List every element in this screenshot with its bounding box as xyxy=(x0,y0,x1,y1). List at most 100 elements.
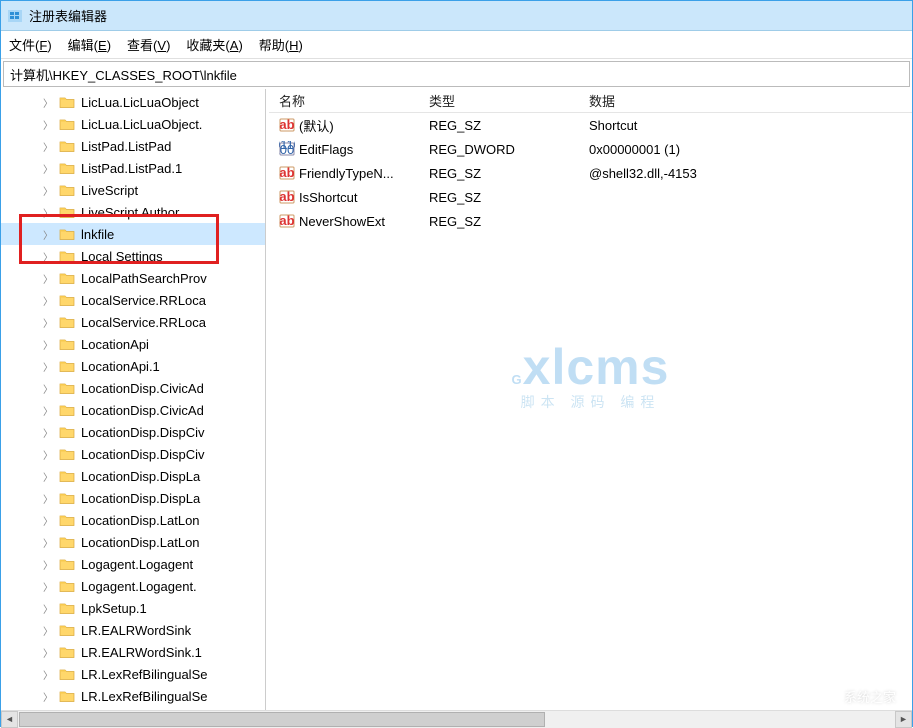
expand-arrow-icon[interactable]: 〉 xyxy=(41,227,55,242)
folder-icon xyxy=(59,359,75,373)
tree-item-label: LocationDisp.DispCiv xyxy=(79,447,205,462)
tree-item[interactable]: 〉LpkSetup.1 xyxy=(1,597,265,619)
menu-help[interactable]: 帮助(H) xyxy=(259,35,303,54)
tree-item[interactable]: 〉LocationDisp.CivicAd xyxy=(1,377,265,399)
expand-arrow-icon[interactable]: 〉 xyxy=(41,117,55,132)
value-row[interactable]: abIsShortcutREG_SZ xyxy=(269,185,912,209)
value-row[interactable]: 01101001EditFlagsREG_DWORD0x00000001 (1) xyxy=(269,137,912,161)
menu-edit[interactable]: 编辑(E) xyxy=(68,35,111,54)
expand-arrow-icon[interactable]: 〉 xyxy=(41,645,55,660)
folder-icon xyxy=(59,557,75,571)
expand-arrow-icon[interactable]: 〉 xyxy=(41,315,55,330)
tree-item[interactable]: 〉lnkfile xyxy=(1,223,265,245)
string-value-icon: ab xyxy=(279,213,295,229)
expand-arrow-icon[interactable]: 〉 xyxy=(41,403,55,418)
expand-arrow-icon[interactable]: 〉 xyxy=(41,337,55,352)
expand-arrow-icon[interactable]: 〉 xyxy=(41,447,55,462)
value-row[interactable]: abFriendlyTypeN...REG_SZ@shell32.dll,-41… xyxy=(269,161,912,185)
tree-item[interactable]: 〉LR.LexRefBilingualSe xyxy=(1,685,265,707)
address-bar[interactable]: 计算机\HKEY_CLASSES_ROOT\lnkfile xyxy=(3,61,910,87)
tree-item-label: LocationDisp.DispCiv xyxy=(79,425,205,440)
header-data[interactable]: 数据 xyxy=(579,91,912,110)
tree-item-label: LocationApi xyxy=(79,337,149,352)
expand-arrow-icon[interactable]: 〉 xyxy=(41,161,55,176)
expand-arrow-icon[interactable]: 〉 xyxy=(41,381,55,396)
expand-arrow-icon[interactable]: 〉 xyxy=(41,183,55,198)
tree-item-label: ListPad.ListPad.1 xyxy=(79,161,182,176)
tree-item[interactable]: 〉LR.EALRWordSink xyxy=(1,619,265,641)
tree-item[interactable]: 〉LR.LexRefBilingualSe xyxy=(1,663,265,685)
values-list[interactable]: 名称 类型 数据 ab(默认)REG_SZShortcut01101001Edi… xyxy=(269,89,912,710)
expand-arrow-icon[interactable]: 〉 xyxy=(41,359,55,374)
tree-item[interactable]: 〉 LiveScript Author xyxy=(1,201,265,223)
value-type: REG_SZ xyxy=(419,214,579,229)
value-row[interactable]: ab(默认)REG_SZShortcut xyxy=(269,113,912,137)
expand-arrow-icon[interactable]: 〉 xyxy=(41,513,55,528)
tree-item[interactable]: 〉LocationDisp.CivicAd xyxy=(1,399,265,421)
expand-arrow-icon[interactable]: 〉 xyxy=(41,623,55,638)
expand-arrow-icon[interactable]: 〉 xyxy=(41,139,55,154)
value-data: @shell32.dll,-4153 xyxy=(579,166,912,181)
expand-arrow-icon[interactable]: 〉 xyxy=(41,271,55,286)
expand-arrow-icon[interactable]: 〉 xyxy=(41,425,55,440)
tree-item[interactable]: 〉Local Settings xyxy=(1,245,265,267)
value-row[interactable]: abNeverShowExtREG_SZ xyxy=(269,209,912,233)
tree-item[interactable]: 〉 LocationDisp.LatLon xyxy=(1,531,265,553)
expand-arrow-icon[interactable]: 〉 xyxy=(41,205,55,220)
expand-arrow-icon[interactable]: 〉 xyxy=(41,293,55,308)
menu-favorites[interactable]: 收藏夹(A) xyxy=(186,35,242,54)
tree-item[interactable]: 〉LocalService.RRLoca xyxy=(1,289,265,311)
tree-item[interactable]: 〉 LicLua.LicLuaObject xyxy=(1,91,265,113)
svg-text:1001: 1001 xyxy=(279,142,295,157)
tree-item-label: LiveScript Author xyxy=(79,205,179,220)
value-type: REG_SZ xyxy=(419,166,579,181)
tree-item[interactable]: 〉ListPad.ListPad xyxy=(1,135,265,157)
menu-view[interactable]: 查看(V) xyxy=(127,35,170,54)
tree-item[interactable]: 〉LocalService.RRLoca xyxy=(1,311,265,333)
tree-item[interactable]: 〉LicLua.LicLuaObject. xyxy=(1,113,265,135)
tree-item[interactable]: 〉LocalPathSearchProv xyxy=(1,267,265,289)
tree-item[interactable]: 〉LocationDisp.DispLa xyxy=(1,465,265,487)
folder-icon xyxy=(59,513,75,527)
tree-item[interactable]: 〉LR.EALRWordSink.1 xyxy=(1,641,265,663)
expand-arrow-icon[interactable]: 〉 xyxy=(41,557,55,572)
tree-item[interactable]: 〉LiveScript xyxy=(1,179,265,201)
expand-arrow-icon[interactable]: 〉 xyxy=(41,667,55,682)
tree-item[interactable]: 〉Logagent.Logagent. xyxy=(1,575,265,597)
expand-arrow-icon[interactable]: 〉 xyxy=(41,249,55,264)
horizontal-scrollbar[interactable]: ◄ ► xyxy=(1,710,912,727)
tree-item[interactable]: 〉 LocationDisp.DispCiv xyxy=(1,421,265,443)
scroll-thumb[interactable] xyxy=(19,712,545,727)
folder-icon xyxy=(59,579,75,593)
expand-arrow-icon[interactable]: 〉 xyxy=(41,491,55,506)
tree-item[interactable]: 〉LocationDisp.DispLa xyxy=(1,487,265,509)
tree-item[interactable]: 〉 LocationDisp.DispCiv xyxy=(1,443,265,465)
expand-arrow-icon[interactable]: 〉 xyxy=(41,601,55,616)
expand-arrow-icon[interactable]: 〉 xyxy=(41,689,55,704)
value-data: 0x00000001 (1) xyxy=(579,142,912,157)
tree-item-label: LocationDisp.LatLon xyxy=(79,535,200,550)
header-type[interactable]: 类型 xyxy=(419,91,579,110)
tree-view[interactable]: 〉 LicLua.LicLuaObject 〉LicLua.LicLuaObject… xyxy=(1,89,266,710)
header-name[interactable]: 名称 xyxy=(269,91,419,110)
scroll-left-button[interactable]: ◄ xyxy=(1,711,18,728)
menu-file[interactable]: 文件(F) xyxy=(9,35,52,54)
window-title: 注册表编辑器 xyxy=(29,6,107,25)
value-name: IsShortcut xyxy=(299,190,358,205)
scroll-track[interactable] xyxy=(18,711,895,728)
scroll-right-button[interactable]: ► xyxy=(895,711,912,728)
expand-arrow-icon[interactable]: 〉 xyxy=(41,535,55,550)
tree-item-label: LicLua.LicLuaObject xyxy=(79,95,199,110)
expand-arrow-icon[interactable]: 〉 xyxy=(41,95,55,110)
tree-item[interactable]: 〉 LocationApi xyxy=(1,333,265,355)
expand-arrow-icon[interactable]: 〉 xyxy=(41,469,55,484)
svg-text:ab: ab xyxy=(279,165,294,180)
tree-item[interactable]: 〉LocationApi.1 xyxy=(1,355,265,377)
folder-icon xyxy=(59,623,75,637)
expand-arrow-icon[interactable]: 〉 xyxy=(41,579,55,594)
tree-item[interactable]: 〉Logagent.Logagent xyxy=(1,553,265,575)
value-type: REG_SZ xyxy=(419,190,579,205)
tree-item[interactable]: 〉LocationDisp.LatLon xyxy=(1,509,265,531)
tree-item[interactable]: 〉 ListPad.ListPad.1 xyxy=(1,157,265,179)
svg-text:ab: ab xyxy=(279,213,294,228)
